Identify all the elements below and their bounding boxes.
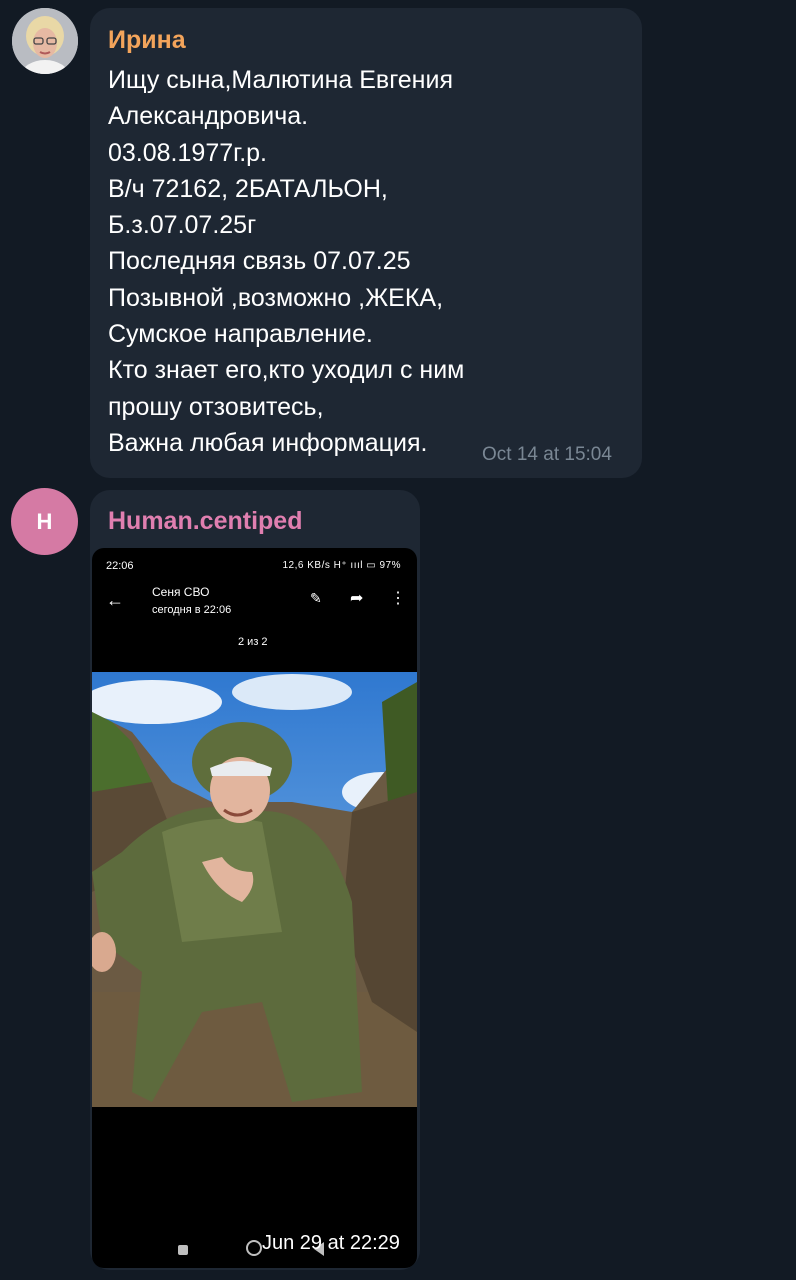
attached-screenshot-image[interactable]: 22:06 12,6 KB/s H⁺ ıııl ▭ 97% ← Сеня СВО… (92, 548, 417, 1268)
sender-name[interactable]: Ирина (108, 26, 186, 55)
screenshot-contact-name: Сеня СВО (152, 585, 210, 599)
message-text: Ищу сына,Малютина Евгения Александровича… (108, 66, 465, 457)
user-photo-icon (12, 8, 78, 74)
screenshot-status-bar: 12,6 KB/s H⁺ ıııl ▭ 97% (282, 560, 401, 571)
avatar-letter: H (36, 508, 53, 534)
avatar-irina[interactable] (12, 8, 78, 74)
avatar-human-centiped[interactable]: H (11, 488, 78, 555)
sender-name[interactable]: Human.centiped (108, 507, 302, 536)
screenshot-clock: 22:06 (106, 560, 134, 572)
share-icon: ➦ (350, 590, 364, 607)
screenshot-contact-subtitle: сегодня в 22:06 (152, 604, 232, 616)
brush-icon: ✎ (310, 590, 322, 606)
message-timestamp: Jun 29 at 22:29 (262, 1232, 400, 1254)
nav-home-icon (246, 1240, 262, 1256)
more-options-icon: ⋮ (390, 590, 406, 607)
soldier-photo (92, 672, 417, 1107)
message-timestamp: Oct 14 at 15:04 (482, 444, 612, 465)
screenshot-photo-counter: 2 из 2 (238, 636, 268, 648)
back-arrow-icon: ← (106, 590, 124, 610)
nav-recent-apps-icon (178, 1245, 188, 1255)
